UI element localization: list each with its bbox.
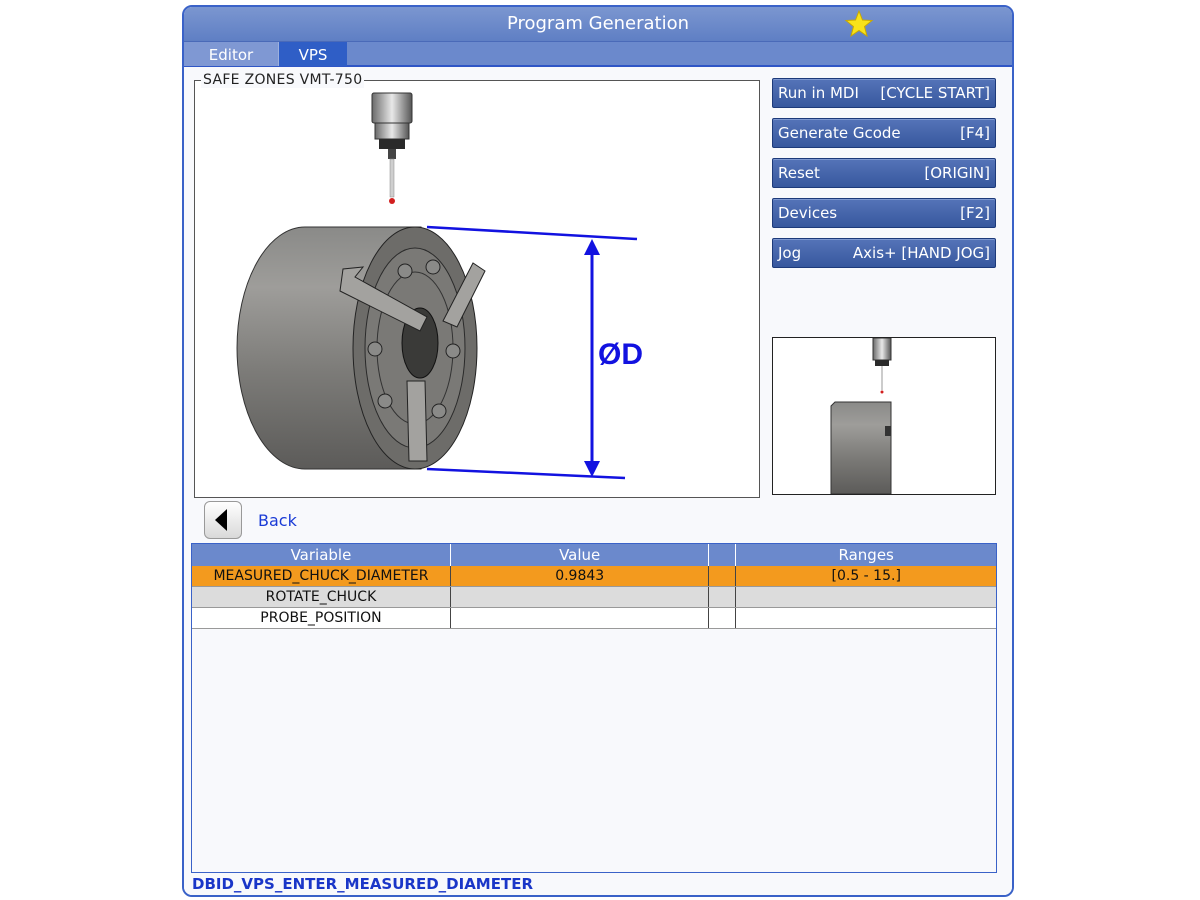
tab-bar: Editor VPS bbox=[184, 41, 1012, 67]
run-in-mdi-label: Run in MDI bbox=[778, 84, 859, 102]
devices-label: Devices bbox=[778, 204, 838, 222]
cell-extra bbox=[708, 607, 736, 629]
table-row[interactable]: MEASURED_CHUCK_DIAMETER 0.9843 [0.5 - 15… bbox=[192, 566, 996, 587]
tab-vps[interactable]: VPS bbox=[279, 42, 347, 66]
probe-graphic bbox=[371, 92, 413, 204]
cell-value[interactable] bbox=[449, 607, 709, 629]
chuck-graphic bbox=[236, 226, 486, 470]
header-value[interactable]: Value bbox=[449, 544, 709, 566]
chuck-illustration: ØD bbox=[236, 92, 643, 480]
tab-editor[interactable]: Editor bbox=[184, 42, 279, 66]
cell-extra bbox=[708, 586, 736, 608]
cell-range bbox=[735, 607, 996, 629]
safe-zones-panel: SAFE ZONES VMT-750 ØD bbox=[194, 72, 760, 498]
cell-variable: PROBE_POSITION bbox=[192, 607, 451, 629]
probe-preview-thumbnail bbox=[772, 337, 996, 495]
table-row[interactable]: ROTATE_CHUCK bbox=[192, 586, 996, 608]
reset-label: Reset bbox=[778, 164, 820, 182]
jog-key: Axis+ [HAND JOG] bbox=[852, 244, 990, 262]
title-bar: Program Generation bbox=[184, 7, 1012, 41]
variables-table: Variable Value Ranges MEASURED_CHUCK_DIA… bbox=[191, 543, 997, 873]
back-arrow-icon bbox=[215, 509, 227, 531]
jog-button[interactable]: Jog Axis+ [HAND JOG] bbox=[772, 238, 996, 268]
run-in-mdi-button[interactable]: Run in MDI [CYCLE START] bbox=[772, 78, 996, 108]
window-title: Program Generation bbox=[506, 13, 690, 34]
cell-value[interactable]: 0.9843 bbox=[449, 566, 709, 587]
program-generation-window: Program Generation Editor VPS SAFE ZONES… bbox=[182, 5, 1014, 897]
table-row[interactable]: PROBE_POSITION bbox=[192, 607, 996, 629]
devices-key: [F2] bbox=[960, 204, 990, 222]
cell-value[interactable] bbox=[449, 586, 709, 608]
cell-range: [0.5 - 15.] bbox=[735, 566, 996, 587]
cell-variable: MEASURED_CHUCK_DIAMETER bbox=[192, 566, 451, 587]
devices-button[interactable]: Devices [F2] bbox=[772, 198, 996, 228]
vps-content: SAFE ZONES VMT-750 ØD Run in MDI [CYCLE … bbox=[184, 67, 1012, 895]
status-message: DBID_VPS_ENTER_MEASURED_DIAMETER bbox=[192, 875, 534, 893]
back-link[interactable]: Back bbox=[258, 511, 297, 530]
reset-button[interactable]: Reset [ORIGIN] bbox=[772, 158, 996, 188]
cell-extra bbox=[708, 566, 736, 587]
reset-key: [ORIGIN] bbox=[924, 164, 990, 182]
cell-range bbox=[735, 586, 996, 608]
generate-gcode-label: Generate Gcode bbox=[778, 124, 901, 142]
header-variable[interactable]: Variable bbox=[192, 544, 451, 566]
generate-gcode-key: [F4] bbox=[960, 124, 990, 142]
cell-variable: ROTATE_CHUCK bbox=[192, 586, 451, 608]
back-button[interactable] bbox=[204, 501, 242, 539]
run-in-mdi-key: [CYCLE START] bbox=[880, 84, 990, 102]
diameter-label: ØD bbox=[598, 338, 643, 371]
jog-label: Jog bbox=[778, 244, 802, 262]
generate-gcode-button[interactable]: Generate Gcode [F4] bbox=[772, 118, 996, 148]
star-icon[interactable] bbox=[844, 9, 874, 39]
header-ranges[interactable]: Ranges bbox=[735, 544, 996, 566]
header-blank bbox=[708, 544, 736, 566]
